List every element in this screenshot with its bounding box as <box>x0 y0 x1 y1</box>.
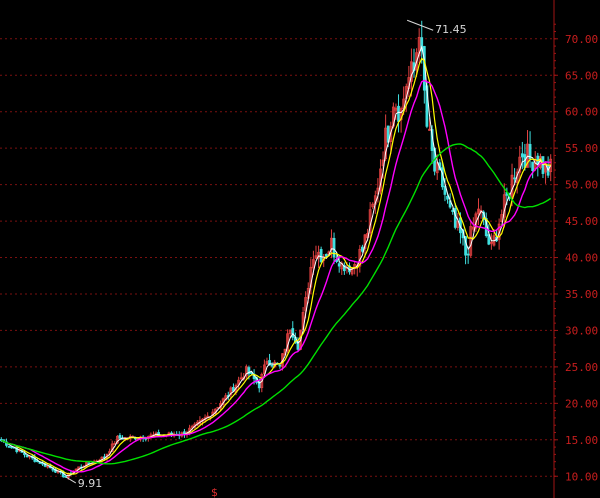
price-axis-ticks: 10.00 15.00 20.00 25.00 30.00 35.00 40.00 45.00… <box>554 23 598 483</box>
bottom-marker: $ <box>211 486 218 498</box>
tick-label-2: 20.00 <box>565 397 598 410</box>
tick-label-10: 60.00 <box>565 106 598 119</box>
candle-body <box>332 237 336 258</box>
candles <box>0 20 553 480</box>
candlestick-chart: 10.00 15.00 20.00 25.00 30.00 35.00 40.00 45.00… <box>0 0 598 498</box>
chart-container: 10.00 15.00 20.00 25.00 30.00 35.00 40.00 45.00… <box>0 0 600 498</box>
candle-body <box>531 161 535 172</box>
tick-label-3: 25.00 <box>565 361 598 374</box>
candle-body <box>397 105 400 122</box>
candle-body <box>520 153 524 158</box>
low-pointer <box>65 476 77 484</box>
low-price-label: 9.91 <box>78 477 103 490</box>
tick-label-9: 55.00 <box>565 142 598 155</box>
candle-body <box>319 249 323 263</box>
high-pointer <box>406 19 434 31</box>
candle-body <box>278 364 282 367</box>
tick-label-12: 70.00 <box>565 33 598 46</box>
tick-label-7: 45.00 <box>565 215 598 228</box>
tick-label-6: 40.00 <box>565 252 598 265</box>
line-ma_longest <box>1 143 552 465</box>
tick-label-5: 35.00 <box>565 288 598 301</box>
candle-body <box>337 263 341 267</box>
tick-label-1: 15.00 <box>565 434 598 447</box>
tick-label-0: 10.00 <box>565 470 598 483</box>
candle-body <box>466 253 470 256</box>
candle-body <box>270 364 274 367</box>
line-ma_long <box>1 79 551 473</box>
line-ma_mid <box>1 57 551 475</box>
candle-body <box>451 209 455 212</box>
high-price-label: 71.45 <box>435 23 467 36</box>
candle-body <box>446 195 449 200</box>
candle-body <box>118 435 122 439</box>
tick-label-11: 65.00 <box>565 69 598 82</box>
candle-body <box>513 177 516 180</box>
candle-body <box>7 445 11 448</box>
candle-body <box>324 254 328 257</box>
candle-body <box>25 455 29 458</box>
tick-label-4: 30.00 <box>565 324 598 337</box>
tick-label-8: 50.00 <box>565 179 598 192</box>
